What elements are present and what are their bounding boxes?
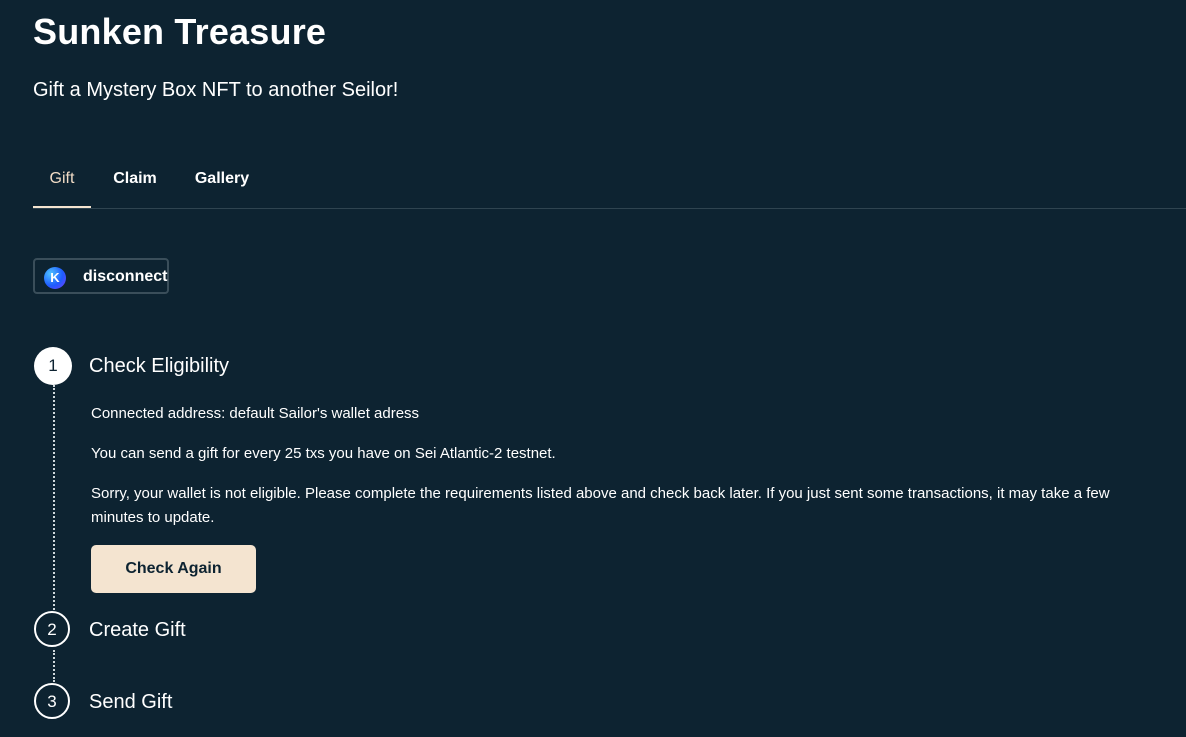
- keplr-wallet-icon: K: [44, 267, 66, 289]
- disconnect-label: disconnect: [83, 268, 168, 285]
- step-3-indicator: 3: [34, 683, 70, 719]
- check-again-button[interactable]: Check Again: [91, 545, 256, 593]
- tab-gallery[interactable]: Gallery: [191, 150, 253, 207]
- step-1-indicator: 1: [34, 347, 72, 385]
- step-3-title: Send Gift: [89, 691, 173, 713]
- disconnect-button[interactable]: K disconnect: [33, 258, 169, 294]
- tab-claim[interactable]: Claim: [111, 150, 159, 207]
- tab-bar: Gift Claim Gallery: [33, 150, 1186, 209]
- step-1-title: Check Eligibility: [89, 355, 230, 377]
- eligibility-status-text: Sorry, your wallet is not eligible. Plea…: [91, 485, 1110, 526]
- step-2-title: Create Gift: [89, 619, 186, 641]
- page-title: Sunken Treasure: [33, 11, 327, 52]
- page-subtitle: Gift a Mystery Box NFT to another Seilor…: [33, 79, 399, 101]
- step-connector-line: [53, 385, 55, 610]
- tab-gift[interactable]: Gift: [33, 150, 91, 208]
- step-connector-line: [53, 650, 55, 682]
- step-2-indicator: 2: [34, 611, 70, 647]
- connected-address-text: Connected address: default Sailor's wall…: [91, 405, 420, 422]
- requirement-text: You can send a gift for every 25 txs you…: [91, 445, 556, 462]
- step-1-content: Connected address: default Sailor's wall…: [91, 402, 1141, 532]
